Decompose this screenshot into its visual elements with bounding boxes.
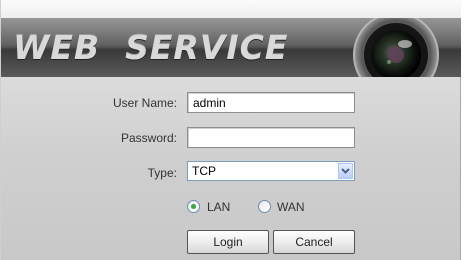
banner-title: WEB SERVICE bbox=[13, 28, 289, 67]
username-value: admin bbox=[193, 96, 226, 110]
password-label: Password: bbox=[120, 131, 177, 145]
wan-radio[interactable] bbox=[258, 200, 271, 213]
type-select-value: TCP bbox=[192, 164, 216, 178]
type-label: Type: bbox=[147, 166, 177, 180]
chevron-down-icon bbox=[341, 168, 350, 174]
dropdown-button[interactable] bbox=[338, 163, 353, 179]
login-panel: WEB SERVICE User Name: admin Password: T… bbox=[0, 0, 462, 260]
web-service-banner: WEB SERVICE bbox=[1, 18, 462, 77]
type-select[interactable]: TCP bbox=[187, 161, 355, 181]
panel-top-bar bbox=[1, 0, 462, 18]
page-margin bbox=[461, 0, 476, 260]
camera-lens-icon bbox=[353, 18, 439, 77]
username-label: User Name: bbox=[112, 96, 177, 110]
password-field[interactable] bbox=[187, 127, 355, 148]
cancel-button[interactable]: Cancel bbox=[273, 230, 355, 254]
login-button[interactable]: Login bbox=[187, 230, 269, 254]
wan-radio-label[interactable]: WAN bbox=[277, 200, 305, 214]
lan-radio-label[interactable]: LAN bbox=[207, 200, 230, 214]
username-field[interactable]: admin bbox=[187, 92, 355, 113]
lan-radio[interactable] bbox=[187, 200, 200, 213]
lan-radio-dot bbox=[191, 204, 196, 209]
